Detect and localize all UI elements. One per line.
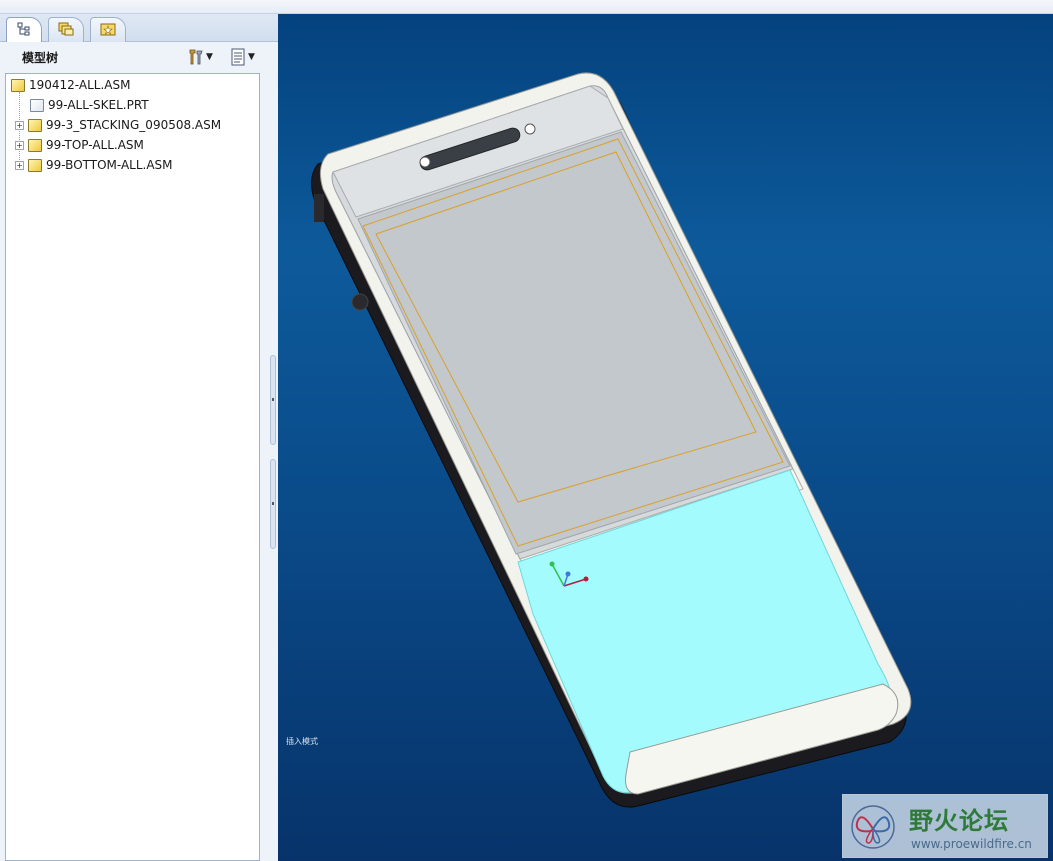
side-button (314, 194, 324, 222)
model-tree: 190412-ALL.ASM 99-ALL-SKEL.PRT + 99-3_ST… (5, 73, 260, 861)
assembly-icon (28, 138, 42, 152)
show-dropdown-button[interactable]: ▼ (230, 47, 255, 67)
navigator-tabs (0, 14, 278, 43)
side-button (351, 293, 369, 311)
expand-icon[interactable]: + (15, 140, 24, 150)
settings-dropdown-button[interactable]: ▼ (188, 47, 213, 67)
tree-item-stacking[interactable]: + 99-3_STACKING_090508.ASM (15, 116, 221, 134)
tree-item-bottom[interactable]: + 99-BOTTOM-ALL.ASM (15, 156, 173, 174)
show-options-icon (230, 48, 246, 66)
folder-browser-icon (58, 22, 74, 39)
watermark-title: 野火论坛 (909, 807, 1009, 835)
tree-item-top[interactable]: + 99-TOP-ALL.ASM (15, 136, 144, 154)
forum-watermark: 野火论坛 www.proewildfire.cn (842, 794, 1048, 858)
watermark-url: www.proewildfire.cn (911, 837, 1032, 851)
tree-item-label: 99-BOTTOM-ALL.ASM (46, 158, 173, 172)
assembly-icon (11, 78, 25, 92)
favorites-icon (100, 22, 116, 39)
chevron-down-icon: ▼ (206, 52, 213, 62)
tree-item-label: 99-3_STACKING_090508.ASM (46, 118, 222, 132)
chevron-down-icon: ▼ (248, 52, 255, 62)
mode-status-label: 插入模式 (286, 737, 318, 746)
graphics-window[interactable]: 插入模式 野火论坛 www.proewildfire.cn (278, 14, 1053, 861)
assembly-icon (28, 158, 42, 172)
splitter-grip-lower[interactable] (270, 459, 276, 549)
tab-model-tree[interactable] (6, 17, 42, 43)
tree-item-label: 190412-ALL.ASM (29, 78, 131, 92)
app-window: 模型树 ▼ ▼ 190412-ALL.ASM 99-ALL-SKEL.PRT +… (0, 0, 1053, 861)
assembly-icon (28, 118, 42, 132)
tree-title: 模型树 (22, 51, 59, 65)
model-tree-icon (17, 22, 31, 39)
expand-icon[interactable]: + (15, 160, 24, 170)
tree-item-skel[interactable]: 99-ALL-SKEL.PRT (30, 96, 149, 114)
tree-item-root[interactable]: 190412-ALL.ASM (11, 76, 130, 94)
tree-item-label: 99-TOP-ALL.ASM (46, 138, 144, 152)
menu-bar[interactable] (0, 0, 1053, 14)
tab-favorites[interactable] (90, 17, 126, 42)
phone-model-render (311, 72, 912, 808)
part-icon (30, 98, 44, 112)
expand-icon[interactable]: + (15, 120, 24, 130)
splitter-grip-upper[interactable] (270, 355, 276, 445)
navigator-panel: 模型树 ▼ ▼ 190412-ALL.ASM 99-ALL-SKEL.PRT +… (0, 14, 278, 861)
settings-tools-icon (188, 48, 204, 66)
tree-header: 模型树 ▼ ▼ (0, 42, 278, 72)
tree-item-label: 99-ALL-SKEL.PRT (48, 98, 149, 112)
tab-folder-browser[interactable] (48, 17, 84, 42)
panel-splitter[interactable] (268, 355, 278, 550)
butterfly-logo-icon (849, 803, 897, 851)
